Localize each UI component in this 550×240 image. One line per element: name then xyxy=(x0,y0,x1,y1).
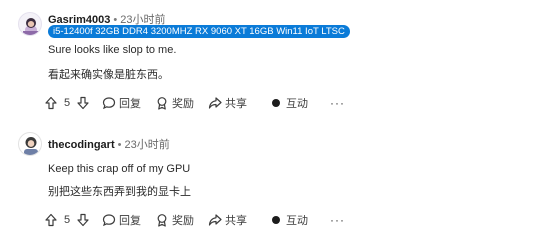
award-ribbon-icon xyxy=(155,96,169,110)
upvote-button[interactable] xyxy=(44,96,58,110)
reply-button[interactable]: 回复 xyxy=(102,95,141,111)
user-flair: i5-12400f 32GB DDR4 3200MHZ RX 9060 XT 1… xyxy=(48,25,350,38)
share-button[interactable]: 共享 xyxy=(208,212,247,228)
downvote-arrow-icon xyxy=(76,213,90,227)
upvote-arrow-icon xyxy=(44,96,58,110)
avatar-image xyxy=(23,18,39,35)
vote-score: 5 xyxy=(63,97,71,109)
comment-text: 看起来确实像是脏东西。 xyxy=(48,69,169,81)
filled-circle-icon xyxy=(269,213,283,227)
more-options-button[interactable]: ··· xyxy=(330,96,345,110)
award-ribbon-icon xyxy=(155,213,169,227)
award-button[interactable]: 奖励 xyxy=(155,212,194,228)
interact-button[interactable]: 互动 xyxy=(269,212,308,228)
speech-bubble-icon xyxy=(102,213,116,227)
interact-label: 互动 xyxy=(286,98,308,110)
separator-dot: • xyxy=(117,139,122,151)
share-arrow-icon xyxy=(208,96,222,110)
share-arrow-icon xyxy=(208,213,222,227)
comment-text: Sure looks like slop to me. xyxy=(48,44,177,56)
avatar-image xyxy=(24,137,38,155)
share-label: 共享 xyxy=(225,98,247,110)
avatar[interactable] xyxy=(18,12,42,36)
award-label: 奖励 xyxy=(172,98,194,110)
interact-button[interactable]: 互动 xyxy=(269,95,308,111)
interact-label: 互动 xyxy=(286,215,308,227)
speech-bubble-icon xyxy=(102,96,116,110)
downvote-arrow-icon xyxy=(76,96,90,110)
share-label: 共享 xyxy=(225,215,247,227)
vote-score: 5 xyxy=(63,214,71,226)
award-label: 奖励 xyxy=(172,215,194,227)
author-name[interactable]: thecodingart xyxy=(48,139,115,151)
upvote-button[interactable] xyxy=(44,213,58,227)
comment-text: 别把这些东西弄到我的显卡上 xyxy=(48,186,191,198)
comment-text: Keep this crap off of my GPU xyxy=(48,163,191,175)
reply-label: 回复 xyxy=(119,98,141,110)
upvote-arrow-icon xyxy=(44,213,58,227)
reply-button[interactable]: 回复 xyxy=(102,212,141,228)
share-button[interactable]: 共享 xyxy=(208,95,247,111)
filled-circle-icon xyxy=(269,96,283,110)
downvote-button[interactable] xyxy=(76,213,90,227)
downvote-button[interactable] xyxy=(76,96,90,110)
reply-label: 回复 xyxy=(119,215,141,227)
comment-actions: 5 回复 奖励 共享 互动 ··· xyxy=(44,93,345,113)
award-button[interactable]: 奖励 xyxy=(155,95,194,111)
comment-actions: 5 回复 奖励 共享 互动 ··· xyxy=(44,210,345,230)
more-options-button[interactable]: ··· xyxy=(330,213,345,227)
comment-header: thecodingart • 23小时前 xyxy=(48,136,170,152)
timestamp[interactable]: 23小时前 xyxy=(124,139,169,151)
avatar[interactable] xyxy=(18,132,42,156)
